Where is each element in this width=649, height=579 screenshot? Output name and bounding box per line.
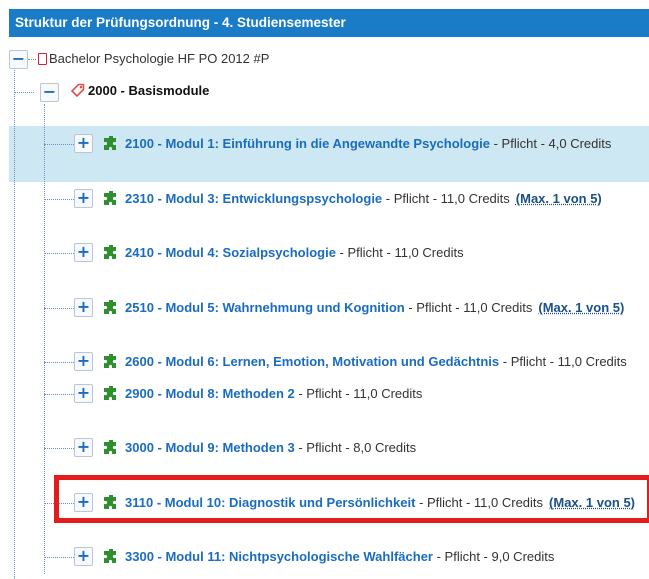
tree-group-node[interactable]: 2000 - Basismodule xyxy=(71,83,209,98)
module-item: 3300 - Modul 11: Nichtpsychologische Wah… xyxy=(103,548,554,564)
module-meta: - Pflicht - 11,0 Credits xyxy=(294,386,423,401)
max-choice-note[interactable]: (Max. 1 von 5) xyxy=(516,191,602,206)
document-icon xyxy=(38,53,47,65)
root-label: Bachelor Psychologie HF PO 2012 #P xyxy=(49,51,270,66)
puzzle-icon xyxy=(104,354,116,368)
module-item: 3000 - Modul 9: Methoden 3 - Pflicht - 8… xyxy=(103,439,416,455)
puzzle-icon xyxy=(104,136,116,150)
max-choice-note[interactable]: (Max. 1 von 5) xyxy=(538,300,624,315)
group-label: 2000 - Basismodule xyxy=(88,83,210,98)
puzzle-icon xyxy=(104,440,116,454)
module-item: 2410 - Modul 4: Sozialpsychologie - Pfli… xyxy=(103,244,464,260)
module-title-link[interactable]: 2410 - Modul 4: Sozialpsychologie xyxy=(125,245,336,260)
module-title-link[interactable]: 2600 - Modul 6: Lernen, Emotion, Motivat… xyxy=(125,354,499,369)
module-item: 2100 - Modul 1: Einführung in die Angewa… xyxy=(103,135,611,151)
tree-connector xyxy=(44,144,74,145)
module-item: 2510 - Modul 5: Wahrnehmung und Kognitio… xyxy=(103,299,624,315)
tree-connector xyxy=(28,59,36,60)
collapse-root-button[interactable]: − xyxy=(9,50,28,69)
puzzle-icon xyxy=(104,245,116,259)
expand-module-button[interactable]: + xyxy=(74,243,93,262)
module-item: 3110 - Modul 10: Diagnostik und Persönli… xyxy=(103,494,635,510)
module-meta: - Pflicht - 11,0 Credits xyxy=(499,354,627,369)
module-item: 2900 - Modul 8: Methoden 2 - Pflicht - 1… xyxy=(103,385,422,401)
module-meta: - Pflicht - 11,0 Credits xyxy=(382,191,510,206)
module-title-link[interactable]: 3110 - Modul 10: Diagnostik und Persönli… xyxy=(125,495,415,510)
module-title-link[interactable]: 2310 - Modul 3: Entwicklungspsychologie xyxy=(125,191,382,206)
page-title: Struktur der Prüfungsordnung - 4. Studie… xyxy=(9,9,649,37)
module-meta: - Pflicht - 11,0 Credits xyxy=(404,300,533,315)
module-title-link[interactable]: 2100 - Modul 1: Einführung in die Angewa… xyxy=(125,136,490,151)
tree-root-node[interactable]: Bachelor Psychologie HF PO 2012 #P xyxy=(38,51,269,66)
module-meta: - Pflicht - 11,0 Credits xyxy=(415,495,544,510)
tree-connector xyxy=(44,394,74,395)
tree-connector xyxy=(44,557,74,558)
module-item: 2600 - Modul 6: Lernen, Emotion, Motivat… xyxy=(103,353,627,369)
tree-connector xyxy=(44,253,74,254)
module-meta: - Pflicht - 9,0 Credits xyxy=(432,549,555,564)
expand-module-button[interactable]: + xyxy=(74,493,93,512)
expand-module-button[interactable]: + xyxy=(74,547,93,566)
expand-module-button[interactable]: + xyxy=(74,298,93,317)
module-title-link[interactable]: 3000 - Modul 9: Methoden 3 xyxy=(125,440,295,455)
puzzle-icon xyxy=(104,191,116,205)
module-title-link[interactable]: 3300 - Modul 11: Nichtpsychologische Wah… xyxy=(125,549,433,564)
tree-connector xyxy=(44,448,74,449)
module-meta: - Pflicht - 11,0 Credits xyxy=(335,245,464,260)
tree-connector xyxy=(14,70,15,579)
puzzle-icon xyxy=(104,549,116,563)
collapse-group-button[interactable]: − xyxy=(40,83,59,102)
puzzle-icon xyxy=(104,300,116,314)
module-meta: - Pflicht - 8,0 Credits xyxy=(294,440,417,455)
expand-module-button[interactable]: + xyxy=(74,352,93,371)
max-choice-note[interactable]: (Max. 1 von 5) xyxy=(549,495,635,510)
tree-connector xyxy=(44,362,74,363)
tag-icon xyxy=(71,83,85,97)
module-title-link[interactable]: 2510 - Modul 5: Wahrnehmung und Kognitio… xyxy=(125,300,405,315)
module-meta: - Pflicht - 4,0 Credits xyxy=(490,136,612,151)
expand-module-button[interactable]: + xyxy=(74,384,93,403)
puzzle-icon xyxy=(104,386,116,400)
expand-module-button[interactable]: + xyxy=(74,134,93,153)
module-item: 2310 - Modul 3: Entwicklungspsychologie … xyxy=(103,190,602,206)
expand-module-button[interactable]: + xyxy=(74,189,93,208)
expand-module-button[interactable]: + xyxy=(74,438,93,457)
tree-connector xyxy=(44,308,74,309)
tree-connector xyxy=(44,199,74,200)
tree-connector xyxy=(14,92,34,93)
puzzle-icon xyxy=(104,495,116,509)
module-title-link[interactable]: 2900 - Modul 8: Methoden 2 xyxy=(125,386,295,401)
tree-connector xyxy=(44,503,74,504)
